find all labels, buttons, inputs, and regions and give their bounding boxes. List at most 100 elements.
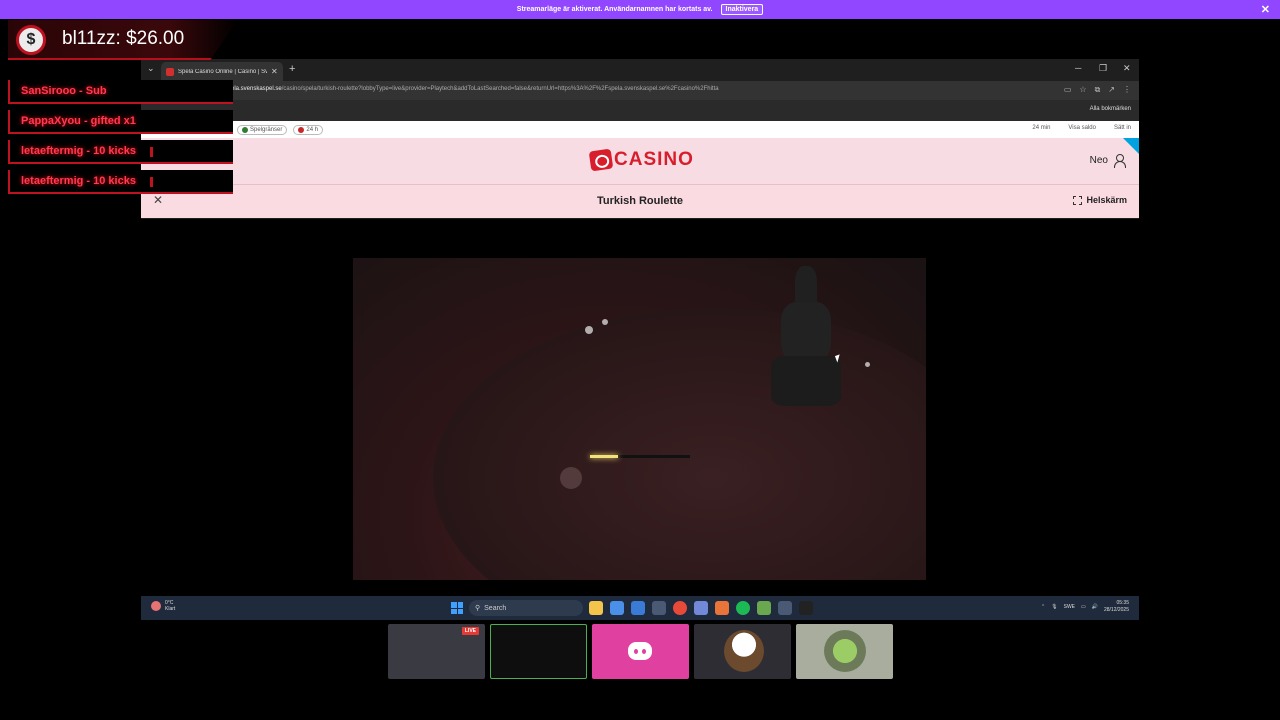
preview-eagle[interactable]	[694, 624, 791, 679]
mic-icon[interactable]: 🎙	[1051, 604, 1057, 610]
restore-icon[interactable]: ❐	[1099, 63, 1107, 74]
pinned-apps	[589, 601, 813, 615]
eagle-avatar-icon	[724, 630, 764, 672]
corner-ribbon	[1123, 138, 1139, 154]
clock-time: 05:35	[1116, 600, 1129, 606]
cat-avatar-icon	[824, 630, 866, 672]
roulette-spindle	[771, 266, 841, 416]
casino-logo[interactable]: CASINO	[588, 148, 694, 172]
volume-icon[interactable]: 🔊	[1092, 604, 1098, 610]
tab-casino[interactable]: Spela Casino Online | Casino | Sv ✕	[161, 62, 283, 81]
taskbar-search[interactable]: ⚲ Search	[469, 600, 583, 616]
window-close-icon[interactable]: ✕	[1123, 63, 1131, 74]
event-marker	[150, 147, 153, 157]
fullscreen-label: Helskärm	[1086, 195, 1127, 205]
fullscreen-button[interactable]: Helskärm	[1073, 195, 1127, 205]
tray-chevron-icon[interactable]: ⌃	[1041, 604, 1045, 610]
game-title-bar: ✕ Turkish Roulette Helskärm	[141, 184, 1139, 218]
menu-dots-icon[interactable]: ⋮	[1123, 85, 1131, 95]
tab-bar: ⌄ Spela Casino Online | Casino | Sv ✕ + …	[141, 59, 1139, 81]
start-button-icon[interactable]	[451, 602, 463, 614]
tab-close-icon[interactable]: ✕	[271, 67, 283, 76]
event-item: letaeftermig - 10 kicks	[8, 170, 233, 194]
game-title: Turkish Roulette	[597, 195, 683, 207]
all-bookmarks-link[interactable]: Alla bokmärken	[1090, 106, 1131, 112]
event-label: PappaXyou - gifted x1	[21, 115, 136, 127]
event-marker	[150, 177, 153, 187]
event-label: letaeftermig - 10 kicks	[21, 145, 136, 157]
streamer-mode-banner: Streamarläge är aktiverat. Användarnamne…	[0, 0, 1280, 19]
network-icon[interactable]: ▭	[1081, 604, 1086, 610]
event-label: SanSirooo - Sub	[21, 85, 107, 97]
app-a-icon[interactable]	[715, 601, 729, 615]
limits-pill[interactable]: Spelgränser	[237, 125, 288, 135]
show-balance-link[interactable]: Visa saldo	[1068, 125, 1096, 131]
loading-bar	[590, 455, 690, 458]
dollar-icon: $	[16, 25, 46, 55]
chrome-icon[interactable]	[673, 601, 687, 615]
loading-bar-fill	[590, 455, 618, 458]
steam-icon[interactable]	[652, 601, 666, 615]
star-icon[interactable]: ☆	[1079, 85, 1086, 95]
deposit-link[interactable]: Sätt in	[1114, 125, 1131, 131]
event-item: SanSirooo - Sub	[8, 80, 233, 104]
light-glare	[865, 362, 870, 367]
limits-icon	[242, 127, 248, 133]
discord-logo-icon	[628, 642, 652, 660]
address-bar-icons: ▭ ☆ ⧉ ↗ ⋮	[1064, 85, 1131, 95]
casino-header: CASINO Neo	[141, 138, 1139, 184]
logo-text: CASINO	[614, 149, 694, 170]
browser-window: ⌄ Spela Casino Online | Casino | Sv ✕ + …	[141, 59, 1139, 219]
extensions-icon[interactable]: ⧉	[1095, 85, 1101, 95]
weather-widget[interactable]: 0°C Klart	[151, 600, 175, 612]
spindle-base	[771, 356, 841, 406]
search-placeholder: Search	[484, 604, 507, 612]
user-menu[interactable]: Neo	[1089, 154, 1126, 168]
tab-title: Spela Casino Online | Casino | Sv	[178, 68, 267, 75]
cast-icon[interactable]: ▭	[1064, 85, 1072, 95]
light-glare	[602, 319, 608, 325]
session-pill[interactable]: 24 h	[293, 125, 324, 135]
share-icon[interactable]: ↗	[1108, 85, 1115, 95]
roulette-game-view[interactable]	[353, 258, 926, 580]
donation-text: bl11zz: $26.00	[62, 28, 185, 49]
preview-browser[interactable]: LIVE	[388, 624, 485, 679]
user-icon	[1114, 154, 1126, 168]
preview-discord[interactable]	[592, 624, 689, 679]
edge-icon[interactable]	[631, 601, 645, 615]
language[interactable]: SWE	[1064, 604, 1075, 610]
spotify-icon[interactable]	[736, 601, 750, 615]
event-feed: SanSirooo - Sub PappaXyou - gifted x1 le…	[8, 80, 233, 200]
roulette-wheel	[433, 308, 926, 580]
close-icon[interactable]: ✕	[1261, 3, 1270, 16]
app-ghost-icon[interactable]	[799, 601, 813, 615]
session-label: 24 h	[306, 127, 319, 133]
url-text[interactable]: ela.svenskaspel.se/casino/spela/turkish-…	[231, 86, 719, 92]
preview-stream-app[interactable]	[490, 624, 587, 679]
clock-date: 28/12/2025	[1103, 607, 1129, 613]
stream-screen: Streamarläge är aktiverat. Användarnamne…	[0, 0, 1280, 720]
file-explorer-icon[interactable]	[589, 601, 603, 615]
weather-text: Klart	[165, 606, 176, 612]
minimize-icon[interactable]: ─	[1075, 63, 1081, 73]
roulette-ball	[560, 467, 582, 489]
discord-icon[interactable]	[694, 601, 708, 615]
preview-cat[interactable]	[796, 624, 893, 679]
search-icon: ⚲	[475, 605, 481, 612]
system-tray: ⌃ 🎙 SWE ▭ 🔊 05:35 28/12/2025	[1041, 600, 1129, 614]
clock[interactable]: 05:35 28/12/2025	[1104, 600, 1129, 614]
live-badge: LIVE	[461, 627, 479, 635]
steam-icon-2[interactable]	[778, 601, 792, 615]
responsible-gaming: Spelgränser 24 h	[237, 125, 324, 135]
deactivate-button[interactable]: Inaktivera	[720, 4, 764, 15]
casino-favicon-icon	[166, 67, 174, 76]
tab-search-icon[interactable]: ⌄	[147, 63, 155, 74]
session-time: 24 min	[1032, 125, 1051, 131]
new-tab-icon[interactable]: +	[289, 63, 295, 75]
address-bar[interactable]: ela.svenskaspel.se/casino/spela/turkish-…	[141, 81, 1139, 100]
minecraft-icon[interactable]	[757, 601, 771, 615]
bookmarks-bar: Alla bokmärken	[141, 100, 1139, 121]
pause-icon	[298, 127, 305, 133]
store-icon[interactable]	[610, 601, 624, 615]
user-name: Neo	[1089, 155, 1108, 166]
